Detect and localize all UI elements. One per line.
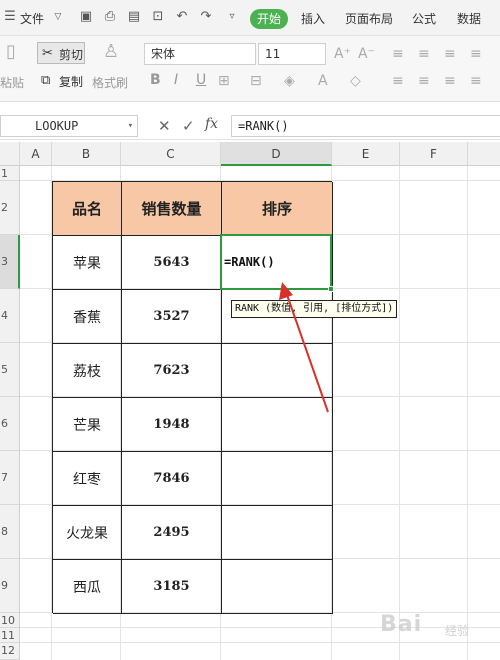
bold-button[interactable]: B [150, 72, 161, 88]
cut-label: 剪切 [59, 48, 84, 62]
tab-home[interactable]: 开始 [250, 9, 288, 29]
copy-button[interactable]: 复制 [59, 73, 83, 90]
align-right-icon[interactable]: ≡ [444, 73, 456, 89]
customize-toolbar-icon[interactable]: ▿ [224, 9, 240, 25]
cancel-icon[interactable]: ✕ [158, 117, 171, 135]
file-menu[interactable]: 文件 [20, 10, 44, 27]
border-icon[interactable]: ⊞ [218, 73, 230, 89]
italic-button[interactable]: I [174, 72, 178, 88]
wrap-icon[interactable]: ≡ [470, 46, 482, 62]
font-name-select[interactable]: 宋体 [144, 43, 256, 65]
fill-color-icon[interactable]: ◈ [284, 73, 295, 89]
name-box-value: LOOKUP [35, 119, 79, 133]
align-center-icon[interactable]: ≡ [418, 73, 430, 89]
confirm-icon[interactable]: ✓ [182, 117, 195, 135]
font-size-value: 11 [265, 47, 281, 61]
print-icon[interactable]: ▤ [126, 9, 142, 25]
chevron-down-icon[interactable]: ▽ [50, 9, 66, 25]
underline-button[interactable]: U [196, 72, 206, 88]
save-icon[interactable]: ▣ [78, 9, 94, 25]
chevron-down-icon[interactable]: ▾ [128, 116, 133, 136]
watermark-logo: Bai [380, 612, 423, 637]
tab-formulas[interactable]: 公式 [412, 10, 436, 27]
justify-icon[interactable]: ≡ [470, 73, 482, 89]
formula-value: =RANK() [238, 119, 289, 133]
zoom-preview-icon[interactable]: ⊡ [150, 9, 166, 25]
insert-function-button[interactable]: fx [205, 116, 218, 132]
paste-button[interactable]: 粘贴 [0, 74, 24, 91]
increase-font-icon[interactable]: A⁺ [334, 46, 351, 62]
align-bottom-icon[interactable]: ≡ [444, 46, 456, 62]
align-top-icon[interactable]: ≡ [392, 46, 404, 62]
font-size-select[interactable]: 11 [258, 43, 326, 65]
print-preview-icon[interactable]: ⎙ [102, 9, 118, 25]
font-name-value: 宋体 [151, 47, 176, 61]
annotation-arrow [279, 282, 329, 413]
name-box[interactable]: LOOKUP ▾ [0, 115, 138, 137]
scissors-icon: ✂ [42, 46, 53, 61]
menu-bar: ☰ 文件 ▽ ▣ ⎙ ▤ ⊡ ↶ ↷ ▿ 开始 插入 页面布局 公式 数据 [0, 0, 500, 36]
format-painter-icon[interactable]: ♙ [103, 43, 119, 61]
formula-input[interactable]: =RANK() [231, 115, 500, 137]
cell-style-icon[interactable]: ⊟ [250, 73, 262, 89]
font-color-icon[interactable]: A [318, 73, 328, 89]
paste-icon[interactable]: ▯ [6, 43, 16, 61]
format-painter-button[interactable]: 格式刷 [92, 74, 128, 91]
align-left-icon[interactable]: ≡ [392, 73, 404, 89]
hamburger-menu-icon[interactable]: ☰ [2, 9, 18, 25]
formula-bar: LOOKUP ▾ ✕ ✓ fx =RANK() [0, 112, 500, 140]
redo-icon[interactable]: ↷ [198, 9, 214, 25]
tab-data[interactable]: 数据 [457, 10, 481, 27]
decrease-font-icon[interactable]: A⁻ [358, 46, 375, 62]
clear-format-icon[interactable]: ◇ [350, 73, 361, 89]
cut-button[interactable]: ✂ 剪切 [37, 42, 85, 64]
tab-insert[interactable]: 插入 [301, 10, 325, 27]
spreadsheet-grid[interactable]: A B C D E F 1 2 3 4 5 6 7 8 9 10 11 12 品… [0, 142, 500, 660]
align-middle-icon[interactable]: ≡ [418, 46, 430, 62]
ribbon: ▯ 粘贴 ✂ 剪切 ⧉ 复制 ♙ 格式刷 宋体 11 A⁺ A⁻ B I U ⊞… [0, 36, 500, 102]
undo-icon[interactable]: ↶ [174, 9, 190, 25]
watermark-sub: 经验 [445, 624, 470, 638]
tab-page-layout[interactable]: 页面布局 [345, 10, 393, 27]
copy-icon[interactable]: ⧉ [41, 73, 50, 88]
